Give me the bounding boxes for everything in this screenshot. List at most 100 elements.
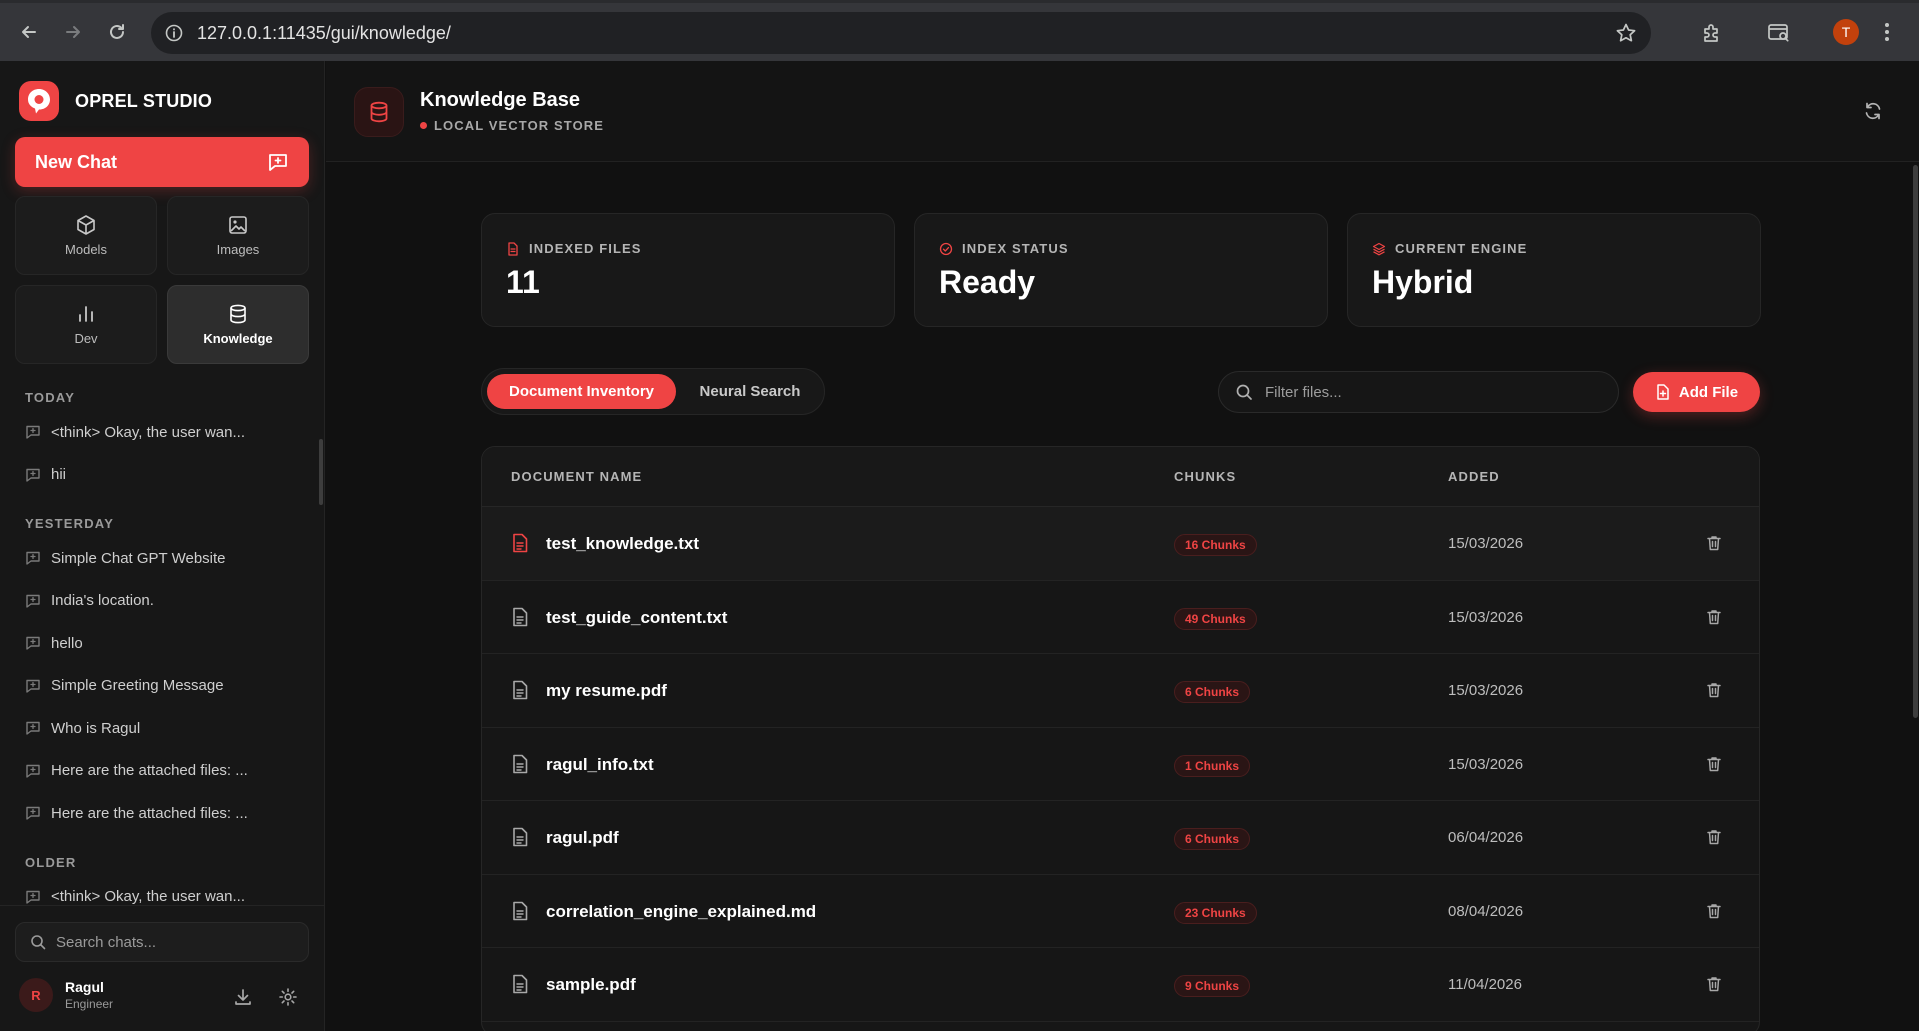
- bookmark-star-icon[interactable]: [1615, 22, 1637, 44]
- more-menu-icon[interactable]: [1883, 21, 1891, 43]
- table-row[interactable]: test_knowledge.txt 16 Chunks 15/03/2026: [482, 507, 1759, 581]
- stat-value: Hybrid: [1372, 264, 1474, 300]
- documents-table: DOCUMENT NAME CHUNKS ADDED test_knowledg…: [481, 446, 1760, 1031]
- brand[interactable]: OPREL STUDIO: [19, 81, 212, 121]
- stat-card-index-status: INDEX STATUS Ready: [914, 213, 1328, 327]
- document-name: test_knowledge.txt: [546, 534, 700, 553]
- trash-icon[interactable]: [1705, 755, 1723, 773]
- history-item[interactable]: Simple Chat GPT Website: [0, 537, 325, 580]
- file-icon: [511, 680, 529, 700]
- document-name: sample.pdf: [546, 975, 636, 994]
- forward-icon[interactable]: [60, 19, 86, 45]
- added-date: 06/04/2026: [1448, 829, 1524, 846]
- history-item-label: hii: [51, 466, 67, 484]
- stat-value: Ready: [939, 264, 1036, 300]
- download-icon[interactable]: [233, 987, 253, 1007]
- nav-tile-label: Dev: [74, 331, 98, 346]
- history-item-label: Here are the attached files: ...: [51, 804, 248, 822]
- history-item-label: Simple Greeting Message: [51, 677, 224, 695]
- refresh-icon[interactable]: [1863, 101, 1883, 121]
- history-item[interactable]: Simple Greeting Message: [0, 665, 325, 708]
- history-item[interactable]: India's location.: [0, 580, 325, 623]
- history-item-label: hello: [51, 634, 83, 652]
- reload-icon[interactable]: [104, 19, 130, 45]
- new-chat-icon: [267, 151, 289, 173]
- table-row[interactable]: ragul.pdf 6 Chunks 06/04/2026: [482, 801, 1759, 875]
- address-bar[interactable]: 127.0.0.1:11435/gui/knowledge/: [151, 12, 1651, 54]
- chat-bubble-icon: [25, 720, 41, 736]
- nav-tile-models[interactable]: Models: [15, 196, 157, 275]
- document-name: my resume.pdf: [546, 681, 667, 700]
- history-item[interactable]: <think> Okay, the user wan...: [0, 876, 325, 907]
- history-item[interactable]: Here are the attached files: ...: [0, 792, 325, 835]
- chat-bubble-icon: [25, 763, 41, 779]
- history-item[interactable]: Who is Ragul: [0, 707, 325, 750]
- chunks-badge: 1 Chunks: [1174, 754, 1251, 777]
- avatar: R: [19, 978, 53, 1012]
- layers-icon: [1372, 242, 1386, 256]
- back-icon[interactable]: [16, 19, 42, 45]
- chunks-badge: 6 Chunks: [1174, 681, 1251, 703]
- page-title: Knowledge Base: [420, 89, 581, 111]
- status-dot: [420, 122, 427, 129]
- file-icon: [511, 901, 529, 921]
- new-chat-button[interactable]: New Chat: [15, 137, 309, 187]
- history-item-label: Here are the attached files: ...: [51, 762, 248, 780]
- trash-icon[interactable]: [1705, 608, 1723, 626]
- chunks-badge: 9 Chunks: [1174, 975, 1251, 997]
- table-row[interactable]: test_guide_content.txt 49 Chunks 15/03/2…: [482, 581, 1759, 654]
- trash-icon[interactable]: [1705, 975, 1723, 993]
- search-chats-field[interactable]: [15, 922, 309, 962]
- profile-avatar[interactable]: T: [1833, 19, 1859, 45]
- page-header: Knowledge Base LOCAL VECTOR STORE: [326, 61, 1919, 162]
- history-item[interactable]: hello: [0, 622, 325, 665]
- user-profile[interactable]: R Ragul Engineer: [19, 978, 113, 1012]
- main-scrollbar[interactable]: [1913, 165, 1918, 718]
- document-name: ragul.pdf: [546, 828, 619, 847]
- table-row[interactable]: sample.pdf 9 Chunks 11/04/2026: [482, 948, 1759, 1022]
- trash-icon[interactable]: [1705, 534, 1723, 552]
- chunks-badge: 6 Chunks: [1174, 828, 1251, 850]
- column-header-name: DOCUMENT NAME: [511, 469, 643, 484]
- trash-icon[interactable]: [1705, 681, 1723, 699]
- chat-bubble-icon: [25, 467, 41, 483]
- nav-tile-label: Knowledge: [203, 331, 273, 346]
- table-row[interactable]: ragul_info.txt 1 Chunks 15/03/2026: [482, 728, 1759, 801]
- nav-tile-images[interactable]: Images: [167, 196, 309, 275]
- history-item-label: <think> Okay, the user wan...: [51, 423, 245, 441]
- tab-document-inventory[interactable]: Document Inventory: [487, 374, 676, 409]
- history-item[interactable]: <think> Okay, the user wan...: [0, 411, 325, 454]
- history-item-label: <think> Okay, the user wan...: [51, 888, 245, 906]
- column-header-added: ADDED: [1448, 469, 1500, 484]
- nav-tile-label: Images: [216, 242, 260, 257]
- sidebar-scrollbar[interactable]: [319, 439, 323, 505]
- trash-icon[interactable]: [1705, 902, 1723, 920]
- bar-chart-icon: [75, 303, 97, 325]
- site-info-icon[interactable]: [165, 24, 183, 42]
- file-icon: [511, 607, 529, 627]
- user-role: Engineer: [65, 997, 114, 1011]
- gear-icon[interactable]: [278, 987, 298, 1007]
- search-chats-input[interactable]: [56, 933, 286, 951]
- document-name: correlation_engine_explained.md: [546, 901, 817, 921]
- column-header-chunks: CHUNKS: [1174, 469, 1237, 484]
- chat-bubble-icon: [25, 424, 41, 440]
- nav-tile-dev[interactable]: Dev: [15, 285, 157, 364]
- filter-files-field[interactable]: [1218, 371, 1619, 413]
- table-row[interactable]: my resume.pdf 6 Chunks 15/03/2026: [482, 654, 1759, 728]
- nav-tiles: Models Images Dev Knowledge: [15, 196, 309, 364]
- trash-icon[interactable]: [1705, 828, 1723, 846]
- extensions-icon[interactable]: [1700, 21, 1724, 45]
- history-item[interactable]: Here are the attached files: ...: [0, 750, 325, 793]
- history-item[interactable]: hii: [0, 454, 325, 497]
- cube-icon: [75, 214, 97, 236]
- tab-neural-search[interactable]: Neural Search: [680, 374, 820, 409]
- nav-tile-knowledge[interactable]: Knowledge: [167, 285, 309, 364]
- filter-files-input[interactable]: [1265, 383, 1585, 401]
- add-file-button[interactable]: Add File: [1633, 372, 1760, 412]
- history-section-title: YESTERDAY: [25, 516, 115, 531]
- user-name: Ragul: [65, 979, 104, 995]
- file-icon: [506, 241, 520, 256]
- tab-search-icon[interactable]: [1767, 21, 1791, 45]
- table-row[interactable]: correlation_engine_explained.md 23 Chunk…: [482, 875, 1759, 948]
